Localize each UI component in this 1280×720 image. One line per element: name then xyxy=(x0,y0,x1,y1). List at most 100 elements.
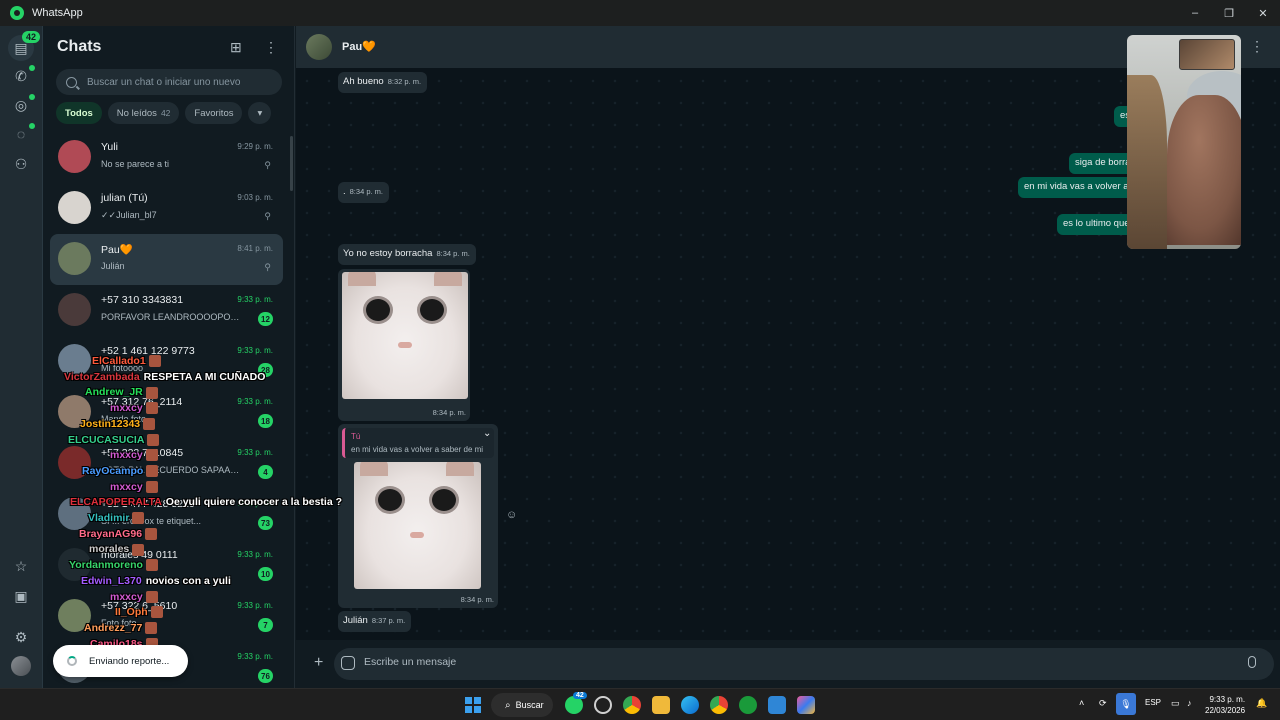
windows-start-icon[interactable] xyxy=(465,697,481,713)
cat-sticker-image[interactable] xyxy=(354,462,481,589)
cat-sticker-image[interactable] xyxy=(342,272,468,399)
unread-count-badge: 7 xyxy=(258,618,273,632)
chrome-profile-taskbar-icon[interactable] xyxy=(623,696,641,714)
reply-image-message[interactable]: Tú en mi vida vas a volver a saber de mi… xyxy=(338,424,498,608)
toast-text: Enviando reporte... xyxy=(89,655,170,667)
chat-list-scrollbar[interactable] xyxy=(290,136,293,191)
tray-sync-icon[interactable]: ⟳ xyxy=(1099,698,1107,709)
message-time: 8:34 p. m. xyxy=(436,249,470,258)
chat-time: 9:33 p. m. xyxy=(237,397,273,406)
message-input[interactable] xyxy=(364,656,1184,668)
chat-name: Pau🧡 xyxy=(101,244,133,256)
self-view-thumbnail[interactable] xyxy=(1179,39,1235,70)
tray-clock[interactable]: 9:33 p. m. 22/03/2026 xyxy=(1205,694,1245,716)
chat-time: 9:33 p. m. xyxy=(237,499,273,508)
channels-dot-icon xyxy=(29,123,35,129)
chat-list-panel: Chats ⊞ ⋮ Todos No leídos42 Favoritos ▾ … xyxy=(44,26,295,688)
copilot-icon[interactable] xyxy=(797,696,815,714)
filter-no-leidos[interactable]: No leídos 42 xyxy=(107,102,180,124)
notifications-icon[interactable]: 🔔 xyxy=(1256,698,1267,709)
channels-icon[interactable]: ◌ xyxy=(11,124,31,144)
react-emoji-icon[interactable]: ☺ xyxy=(506,509,517,521)
close-button[interactable]: ✕ xyxy=(1246,0,1280,26)
video-call-window[interactable] xyxy=(1127,35,1241,249)
chat-list-item[interactable]: Pau🧡 Julián 8:41 p. m. ⚲ xyxy=(50,234,283,285)
app-taskbar-icon[interactable] xyxy=(594,696,612,714)
chat-preview: Julián xyxy=(101,261,125,271)
chrome-icon[interactable] xyxy=(710,696,728,714)
chat-avatar[interactable] xyxy=(58,191,91,224)
chat-list-item[interactable]: julian (Tú) ✓✓Julian_bl7 9:03 p. m. ⚲ xyxy=(50,183,283,234)
chat-avatar[interactable] xyxy=(58,344,91,377)
chat-list-item[interactable]: +52 1 477 428 5210 Sí ... erchoox te etiq… xyxy=(50,489,283,540)
maximize-button[interactable]: ❐ xyxy=(1212,0,1246,26)
conversation-menu-icon[interactable]: ⋮ xyxy=(1250,38,1264,55)
emoji-sticker-icon[interactable] xyxy=(341,656,355,670)
chat-list-item[interactable]: +57 322 7610845 FOTO PAL RECUERDO SAPAAAA… xyxy=(50,438,283,489)
chat-avatar[interactable] xyxy=(58,599,91,632)
cat-eye xyxy=(366,299,390,321)
video-person xyxy=(1167,95,1241,245)
chat-list-item[interactable]: +57 322 6_5610 Foto foto 9:33 p. m. 7 xyxy=(50,591,283,642)
message-bubble[interactable]: Ah bueno 8:32 p. m. xyxy=(338,72,428,93)
menu-icon[interactable]: ⋮ xyxy=(264,39,278,56)
tray-network-icon[interactable]: ▭ xyxy=(1171,698,1180,709)
chat-avatar[interactable] xyxy=(58,140,91,173)
chat-avatar[interactable] xyxy=(58,293,91,326)
chat-avatar[interactable] xyxy=(58,242,91,275)
tray-chevron-up-icon[interactable]: ˄ xyxy=(1079,698,1084,708)
tray-microphone-icon[interactable]: 🎙 xyxy=(1116,693,1136,715)
chat-list-item[interactable]: Yuli No se parece a ti 9:29 p. m. ⚲ xyxy=(50,132,283,183)
taskbar-search[interactable]: ⌕ Buscar xyxy=(491,693,553,717)
chat-list-item[interactable]: +57 312 76_2114 Mande foto 9:33 p. m. 18 xyxy=(50,387,283,438)
chat-avatar[interactable] xyxy=(58,395,91,428)
message-time: 8:34 p. m. xyxy=(460,595,494,604)
chat-preview: Foto foto xyxy=(101,618,137,628)
unread-count-badge: 4 xyxy=(258,465,273,479)
communities-icon[interactable]: ⚇ xyxy=(11,154,31,174)
chat-list-item[interactable]: +52 1 461 122 9773 Mi fotoooo 9:33 p. m. 28 xyxy=(50,336,283,387)
chat-avatar[interactable] xyxy=(58,497,91,530)
calls-icon[interactable]: ✆ xyxy=(11,66,31,86)
chat-list-item[interactable]: morales 49 0111 9:33 p. m. 10 xyxy=(50,540,283,591)
status-icon[interactable]: ◎ xyxy=(11,95,31,115)
message-bubble[interactable]: . 8:34 p. m. xyxy=(338,182,389,203)
contact-avatar[interactable] xyxy=(306,34,332,60)
file-explorer-icon[interactable] xyxy=(652,696,670,714)
new-chat-icon[interactable]: ⊞ xyxy=(230,39,242,56)
settings-icon[interactable]: ⚙ xyxy=(11,627,31,647)
search-input[interactable] xyxy=(87,76,267,88)
message-bubble[interactable]: Julián 8:37 p. m. xyxy=(338,611,412,632)
photos-icon[interactable] xyxy=(768,696,786,714)
tray-volume-icon[interactable]: ♪ xyxy=(1187,698,1192,708)
tray-language[interactable]: ESP xyxy=(1145,698,1161,707)
filter-chips: Todos No leídos 42 Favoritos ▾ xyxy=(56,102,272,124)
search-icon: ⌕ xyxy=(505,699,511,711)
search-bar[interactable] xyxy=(56,69,282,95)
starred-icon[interactable]: ☆ xyxy=(11,556,31,576)
chat-time: 9:33 p. m. xyxy=(237,652,273,661)
chat-avatar[interactable] xyxy=(58,446,91,479)
chevron-down-icon[interactable]: ⌄ xyxy=(483,428,491,439)
microphone-icon[interactable] xyxy=(1248,656,1256,668)
filter-todos[interactable]: Todos xyxy=(56,102,102,124)
filter-favoritos[interactable]: Favoritos xyxy=(185,102,243,124)
contact-name[interactable]: Pau🧡 xyxy=(342,40,376,53)
profile-avatar[interactable] xyxy=(11,656,31,676)
message-time: 8:34 p. m. xyxy=(432,408,466,417)
quoted-message[interactable]: Tú en mi vida vas a volver a saber de mi xyxy=(342,428,494,458)
composer-field[interactable] xyxy=(334,648,1274,680)
attach-plus-icon[interactable]: + xyxy=(314,654,323,672)
chat-list-item[interactable]: +57 310 3343831 PORFAVOR LEANDROOOOPOR...… xyxy=(50,285,283,336)
taskbar-search-label: Buscar xyxy=(515,700,544,710)
image-message[interactable]: 8:34 p. m. xyxy=(338,269,470,421)
xbox-icon[interactable] xyxy=(739,696,757,714)
chat-name: +57 312 76_2114 xyxy=(101,396,183,408)
filter-more[interactable]: ▾ xyxy=(248,102,272,124)
edge-icon[interactable] xyxy=(681,696,699,714)
archived-icon[interactable]: ▣ xyxy=(11,586,31,606)
message-bubble[interactable]: Yo no estoy borracha 8:34 p. m. xyxy=(338,244,476,265)
minimize-button[interactable]: – xyxy=(1178,0,1212,26)
chat-avatar[interactable] xyxy=(58,548,91,581)
pin-icon: ⚲ xyxy=(264,211,271,221)
